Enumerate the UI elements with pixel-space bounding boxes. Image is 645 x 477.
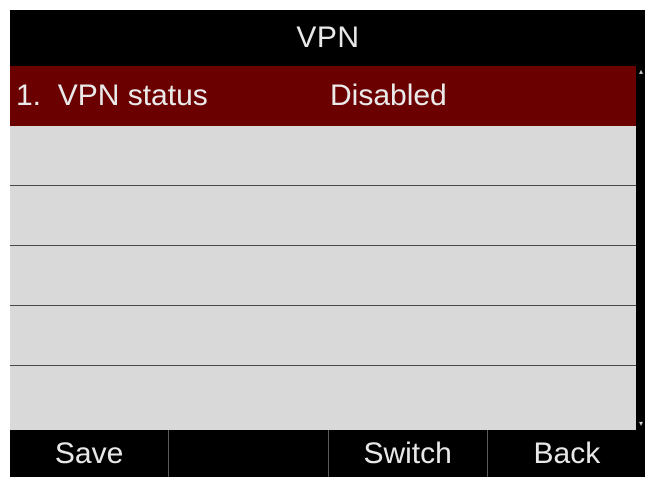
scroll-down-arrow-icon: ▾ (638, 419, 643, 428)
screen-title: VPN (10, 10, 645, 66)
back-softkey[interactable]: Back (486, 430, 645, 477)
list-item-empty-6 (10, 366, 636, 426)
scroll-up-arrow-icon: ▴ (638, 67, 643, 76)
scrollbar[interactable]: ▴ ▾ (636, 66, 645, 430)
list-item-empty-5 (10, 306, 636, 366)
softkey-bar: Save Switch Back (10, 430, 645, 477)
settings-list: 1. VPN status Disabled (10, 66, 636, 430)
list-item-empty-4 (10, 246, 636, 306)
vpn-status-value: Disabled (330, 79, 447, 112)
switch-softkey[interactable]: Switch (327, 430, 487, 477)
list-item-vpn-status[interactable]: 1. VPN status Disabled (10, 66, 636, 126)
empty-softkey[interactable] (168, 430, 327, 477)
list-item-empty-3 (10, 186, 636, 246)
phone-screen: VPN 1. VPN status Disabled ▴ ▾ Save Swit… (10, 10, 645, 477)
save-softkey[interactable]: Save (10, 430, 168, 477)
vpn-status-label: 1. VPN status (16, 79, 208, 112)
list-item-empty-2 (10, 126, 636, 186)
